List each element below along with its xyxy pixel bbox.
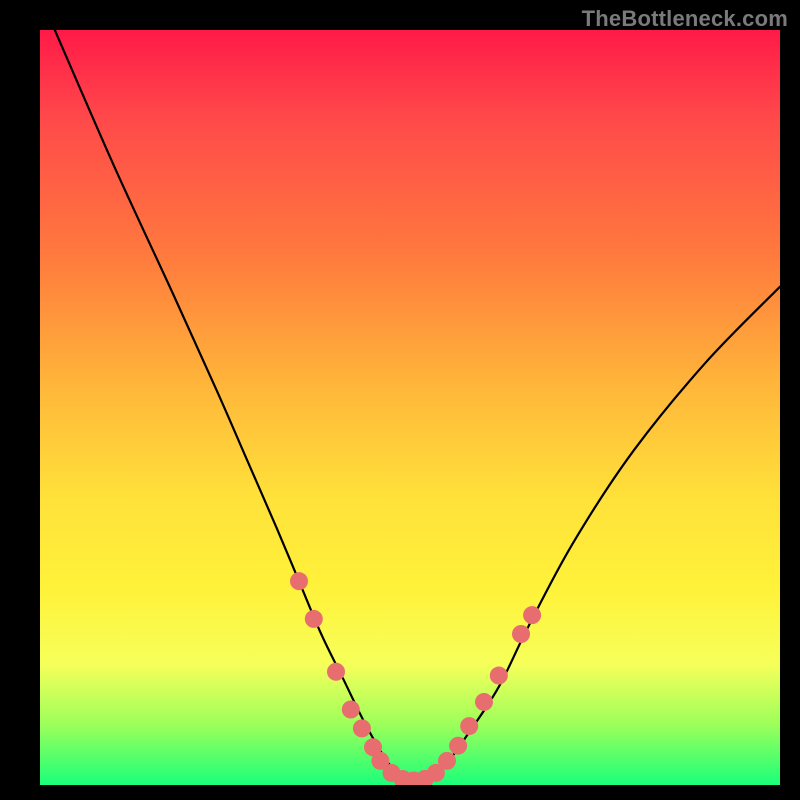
chart-frame: TheBottleneck.com — [0, 0, 800, 800]
curve-marker — [305, 610, 323, 628]
curve-marker — [523, 606, 541, 624]
plot-area — [40, 30, 780, 785]
curve-markers — [290, 572, 541, 785]
curve-marker — [475, 693, 493, 711]
curve-marker — [512, 625, 530, 643]
curve-marker — [438, 752, 456, 770]
curve-marker — [449, 737, 467, 755]
curve-marker — [353, 719, 371, 737]
curve-marker — [327, 663, 345, 681]
curve-marker — [490, 667, 508, 685]
curve-marker — [460, 717, 478, 735]
curve-marker — [342, 701, 360, 719]
curve-marker — [290, 572, 308, 590]
watermark-label: TheBottleneck.com — [582, 6, 788, 32]
bottleneck-curve — [55, 30, 780, 781]
chart-svg — [40, 30, 780, 785]
